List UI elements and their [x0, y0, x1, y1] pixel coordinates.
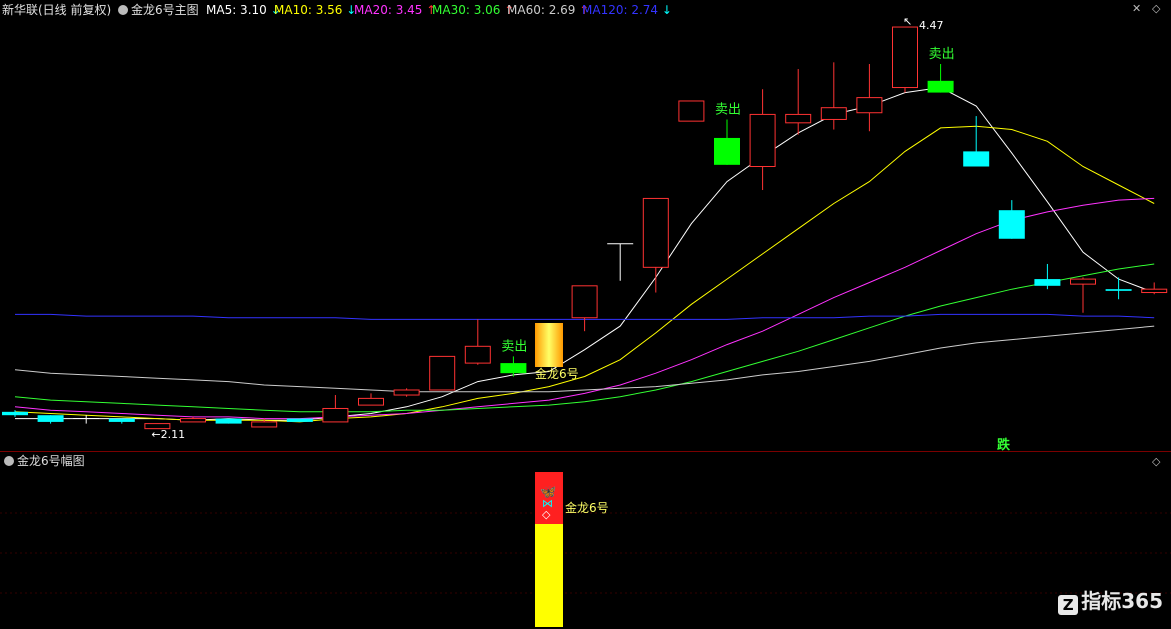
candle-body — [1070, 278, 1096, 285]
candle-body — [785, 113, 812, 124]
candle-body — [37, 415, 64, 422]
signal-label: 金龙6号 — [535, 366, 579, 381]
candle-body — [2, 411, 28, 416]
candle-body — [393, 389, 420, 396]
candle-body — [215, 418, 242, 424]
ma-line-ma10 — [14, 125, 1155, 423]
candle-body — [286, 418, 313, 422]
sell-label: 卖出 — [715, 102, 741, 117]
candle-body — [820, 107, 847, 120]
candle-body — [571, 285, 598, 319]
candle-body — [464, 345, 491, 364]
candle-body — [1034, 279, 1061, 286]
ma-line-ma60 — [14, 325, 1155, 393]
candle-body — [892, 26, 918, 89]
price-chart[interactable]: 卖出卖出卖出金龙6号←2.114.47↖跌🦋⋈◇ 金龙6号 — [0, 0, 1171, 629]
candle-body — [856, 97, 883, 114]
candle-body — [963, 151, 990, 167]
candle-body — [251, 421, 278, 428]
low-price-label: ←2.11 — [151, 428, 185, 441]
candle-body — [642, 197, 669, 268]
panel-divider — [0, 451, 1171, 452]
watermark-logo: Z 指标365 — [1058, 585, 1163, 615]
signal-bar — [535, 323, 563, 367]
candle-body — [998, 210, 1025, 239]
candle-body — [749, 113, 776, 168]
candle-body — [927, 80, 954, 93]
candle-body — [1105, 289, 1132, 291]
sell-label: 卖出 — [929, 47, 955, 62]
sub-signal-yellow — [535, 524, 563, 627]
logo-icon: Z — [1058, 595, 1079, 615]
ma-line-ma5 — [15, 86, 1155, 421]
sell-label: 卖出 — [501, 339, 527, 354]
settings-icon[interactable] — [4, 456, 14, 466]
logo-text: 指标365 — [1081, 589, 1163, 613]
candle-body — [714, 137, 740, 165]
candle-body — [180, 418, 206, 423]
high-price-label: 4.47 — [919, 19, 944, 32]
candle-body — [108, 418, 135, 422]
sub-signal-label: 金龙6号 — [565, 500, 609, 515]
sub-panel-title: 金龙6号幅图 — [4, 453, 85, 469]
candle-body — [322, 407, 349, 423]
candle-body — [429, 355, 456, 391]
candle-body — [1141, 288, 1168, 294]
sub-panel-label: 金龙6号幅图 — [17, 454, 85, 468]
candle-body — [358, 397, 384, 406]
arrow-icon: ↖ — [903, 15, 912, 28]
candle-body — [500, 363, 527, 374]
candle-body — [678, 100, 705, 122]
gem-icon: ◇ — [542, 508, 551, 521]
